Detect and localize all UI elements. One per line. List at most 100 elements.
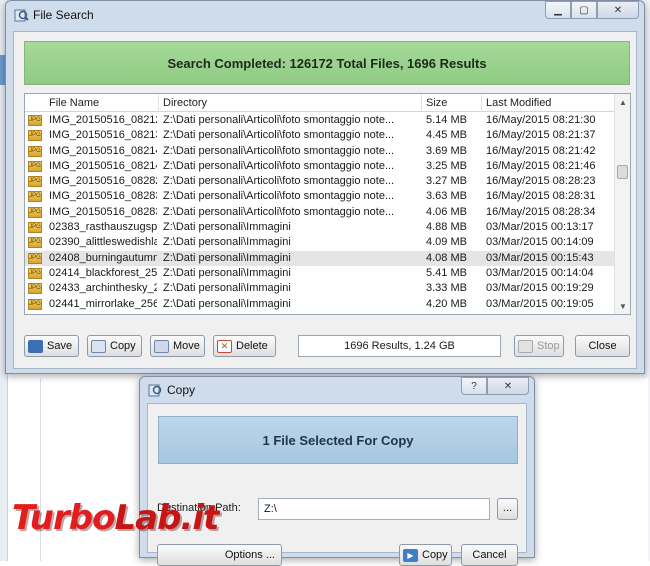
cell-dir: Z:\Dati personali\Articoli\foto smontagg… xyxy=(163,114,395,126)
copy-dialog-controls: ? ✕ xyxy=(461,377,529,395)
table-row[interactable]: JPG IMG_20150516_082822.j... Z:\Dati perso… xyxy=(25,174,615,189)
cell-name: 02441_mirrorlake_2560x... xyxy=(49,297,157,310)
vertical-scrollbar[interactable]: ▲ ▼ xyxy=(614,94,630,314)
cell-modified: 16/May/2015 08:28:34 xyxy=(486,205,596,218)
cell-modified: 03/Mar/2015 00:15:43 xyxy=(486,251,594,264)
table-row[interactable]: JPG 02383_rasthauszugspitz... Z:\Dati pers… xyxy=(25,220,615,235)
results-list[interactable]: File Name Directory Size Last Modified J… xyxy=(24,93,631,315)
copy-icon xyxy=(91,339,106,353)
save-button[interactable]: Save xyxy=(24,335,79,357)
cell-modified: 16/May/2015 08:21:37 xyxy=(486,129,596,142)
play-icon: ▶ xyxy=(403,548,418,562)
cell-modified: 03/Mar/2015 00:19:05 xyxy=(486,297,594,310)
results-rows: JPG IMG_20150516_082129.j... Z:\Dati perso… xyxy=(25,113,615,312)
cell-name: 02414_blackforest_2560... xyxy=(49,266,157,279)
table-row[interactable]: JPG IMG_20150516_082140.j... Z:\Dati perso… xyxy=(25,144,615,159)
browse-button[interactable]: ... xyxy=(497,498,518,520)
table-row[interactable]: JPG IMG_20150516_082833.j... Z:\Dati perso… xyxy=(25,205,615,220)
delete-icon: ✕ xyxy=(217,339,232,353)
image-file-icon: JPG xyxy=(28,222,42,234)
move-label: Move xyxy=(173,340,200,352)
arrow-down-icon: ▼ xyxy=(619,301,627,311)
cell-dir: Z:\Dati personali\Articoli\foto smontagg… xyxy=(163,190,395,203)
copy-label: Copy xyxy=(110,340,136,352)
column-header-size[interactable]: Size xyxy=(422,94,482,112)
close-icon: ✕ xyxy=(503,380,513,392)
cell-name: IMG_20150516_082145.j... xyxy=(49,159,157,172)
scroll-down-button[interactable]: ▼ xyxy=(615,298,630,314)
cell-modified: 16/May/2015 08:21:30 xyxy=(486,114,596,126)
cell-dir: Z:\Dati personali\Articoli\foto smontagg… xyxy=(163,175,395,188)
stop-button[interactable]: Stop xyxy=(514,335,564,357)
table-row[interactable]: JPG IMG_20150516_082830.j... Z:\Dati perso… xyxy=(25,189,615,204)
cell-dir: Z:\Dati personali\Articoli\foto smontagg… xyxy=(163,205,395,218)
minimize-icon: ▁ xyxy=(554,4,562,16)
image-file-icon: JPG xyxy=(28,160,42,172)
cell-size: 4.45 MB xyxy=(426,129,467,142)
cell-name: IMG_20150516_082833.j... xyxy=(49,205,157,218)
image-file-icon: JPG xyxy=(28,145,42,157)
maximize-button[interactable]: ▢ xyxy=(571,1,597,19)
title-bar[interactable]: File Search ▁ ▢ ✕ xyxy=(6,1,644,29)
cell-modified: 16/May/2015 08:28:31 xyxy=(486,190,596,203)
table-row[interactable]: JPG 02408_burningautumn_... Z:\Dati person… xyxy=(25,250,615,266)
cancel-button[interactable]: Cancel xyxy=(461,544,518,566)
cell-dir: Z:\Dati personali\Articoli\foto smontagg… xyxy=(163,144,395,157)
table-row[interactable]: JPG 02390_alittleswedishlak... Z:\Dati per… xyxy=(25,235,615,250)
maximize-icon: ▢ xyxy=(579,4,589,16)
cell-name: IMG_20150516_082129.j... xyxy=(49,114,157,126)
image-file-icon: JPG xyxy=(28,267,42,279)
file-search-window: File Search ▁ ▢ ✕ Search Completed: 1261… xyxy=(5,0,645,374)
cell-name: IMG_20150516_082830.j... xyxy=(49,190,157,203)
table-row[interactable]: JPG IMG_20150516_082145.j... Z:\Dati perso… xyxy=(25,159,615,174)
table-row[interactable]: JPG 02414_blackforest_2560... Z:\Dati pers… xyxy=(25,266,615,281)
cell-dir: Z:\Dati personali\Immagini xyxy=(163,297,291,310)
stop-label: Stop xyxy=(537,340,560,352)
list-header: File Name Directory Size Last Modified xyxy=(25,94,615,112)
copy-title-bar[interactable]: Copy ? ✕ xyxy=(140,377,534,401)
copy-dialog-close-button[interactable]: ✕ xyxy=(487,377,529,395)
table-row[interactable]: JPG 02441_mirrorlake_2560x... Z:\Dati pers… xyxy=(25,297,615,312)
cell-dir: Z:\Dati personali\Immagini xyxy=(163,251,291,264)
stop-icon xyxy=(518,339,533,353)
options-button[interactable]: Options ... xyxy=(157,544,282,566)
cell-modified: 16/May/2015 08:21:46 xyxy=(486,159,596,172)
cell-size: 5.41 MB xyxy=(426,266,467,279)
table-row[interactable]: JPG IMG_20150516_082133.j... Z:\Dati perso… xyxy=(25,128,615,143)
scroll-thumb[interactable] xyxy=(617,165,628,179)
column-header-directory[interactable]: Directory xyxy=(159,94,422,112)
window-title: File Search xyxy=(33,8,94,22)
copy-selection-banner: 1 File Selected For Copy xyxy=(158,416,518,464)
cell-size: 5.14 MB xyxy=(426,114,467,126)
arrow-up-icon: ▲ xyxy=(619,97,627,107)
column-header-last-modified[interactable]: Last Modified xyxy=(482,94,615,112)
cell-dir: Z:\Dati personali\Articoli\foto smontagg… xyxy=(163,129,395,142)
copy-dialog-icon xyxy=(148,384,162,397)
confirm-copy-label: Copy xyxy=(422,549,448,561)
copy-button[interactable]: Copy xyxy=(87,335,142,357)
column-header-file-name[interactable]: File Name xyxy=(25,94,159,112)
cancel-label: Cancel xyxy=(472,549,507,561)
cell-name: IMG_20150516_082140.j... xyxy=(49,144,157,157)
cell-dir: Z:\Dati personali\Immagini xyxy=(163,221,291,234)
image-file-icon: JPG xyxy=(28,115,42,126)
image-file-icon: JPG xyxy=(28,252,42,264)
confirm-copy-button[interactable]: ▶ Copy xyxy=(399,544,452,566)
destination-path-input[interactable]: Z:\ xyxy=(258,498,490,520)
cell-name: 02390_alittleswedishlak... xyxy=(49,236,157,249)
cell-dir: Z:\Dati personali\Immagini xyxy=(163,266,291,279)
table-row[interactable]: JPG IMG_20150516_082129.j... Z:\Dati perso… xyxy=(25,113,615,128)
scroll-up-button[interactable]: ▲ xyxy=(615,94,630,110)
move-button[interactable]: Move xyxy=(150,335,205,357)
close-icon: ✕ xyxy=(613,4,623,16)
image-file-icon: JPG xyxy=(28,130,42,142)
cell-size: 3.27 MB xyxy=(426,175,467,188)
help-button[interactable]: ? xyxy=(461,377,487,395)
close-window-button[interactable]: ✕ xyxy=(597,1,639,19)
table-row[interactable]: JPG 02433_archinthesky_25... Z:\Dati perso… xyxy=(25,281,615,296)
cell-modified: 03/Mar/2015 00:19:29 xyxy=(486,282,594,295)
close-button[interactable]: Close xyxy=(575,335,630,357)
delete-button[interactable]: ✕ Delete xyxy=(213,335,276,357)
minimize-button[interactable]: ▁ xyxy=(545,1,571,19)
cell-name: IMG_20150516_082822.j... xyxy=(49,175,157,188)
